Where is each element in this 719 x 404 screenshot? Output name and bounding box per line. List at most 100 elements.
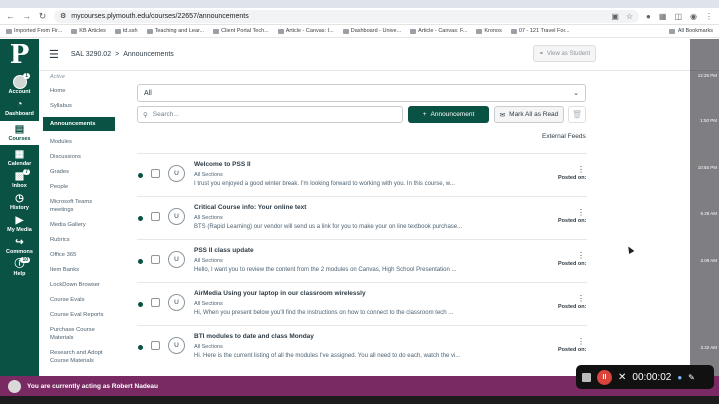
select-checkbox[interactable] <box>151 212 160 221</box>
posted-on-label: Posted on: <box>558 218 587 224</box>
announcement-filter-select[interactable]: All ⌄ <box>137 84 586 102</box>
course-nav-item-banks[interactable]: Item Banks <box>39 266 121 274</box>
select-checkbox[interactable] <box>151 298 160 307</box>
more-options-icon[interactable]: ⋮ <box>577 251 585 260</box>
course-nav-modules[interactable]: Modules <box>39 138 121 146</box>
nav-dashboard[interactable]: ◔ Dashboard <box>0 99 39 117</box>
course-nav-grades[interactable]: Grades <box>39 168 121 176</box>
select-checkbox[interactable] <box>151 169 160 178</box>
nav-account[interactable]: 1 Account <box>0 73 39 95</box>
course-nav-rubrics[interactable]: Rubrics <box>39 236 121 244</box>
folder-icon <box>510 28 517 34</box>
announcement-row[interactable]: U Welcome to PSS II All Sections I trust… <box>137 153 587 196</box>
announcement-row[interactable]: U PSS II class update All Sections Hello… <box>137 239 587 282</box>
more-options-icon[interactable]: ⋮ <box>577 294 585 303</box>
announcement-preview: I trust you enjoyed a good winter break.… <box>194 181 455 187</box>
bookmark-item[interactable]: Teaching and Lear... <box>146 28 204 34</box>
reload-icon[interactable]: ↻ <box>38 11 47 22</box>
more-options-icon[interactable]: ⋮ <box>577 165 585 174</box>
course-nav-home[interactable]: Home <box>39 87 121 95</box>
sidepanel-icon[interactable]: ◫ <box>674 12 682 21</box>
announcement-row[interactable]: U Critical Course info: Your online text… <box>137 196 587 239</box>
announcement-title[interactable]: AirMedia Using your laptop in our classr… <box>194 290 366 297</box>
author-avatar[interactable]: U <box>168 294 185 311</box>
select-checkbox[interactable] <box>151 341 160 350</box>
extension-icon[interactable]: ● <box>646 12 651 21</box>
course-nav-course-evals[interactable]: Course Evals <box>39 296 121 304</box>
course-nav-people[interactable]: People <box>39 183 121 191</box>
mark-all-read-button[interactable]: ✉ Mark All as Read <box>494 106 564 123</box>
extensions-puzzle-icon[interactable]: ▦ <box>659 12 667 21</box>
bookmark-item[interactable]: Client Portal Tech... <box>213 28 269 34</box>
course-nav-lockdown-browser[interactable]: LockDown Browser <box>39 281 121 289</box>
nav-inbox[interactable]: ▩ 7 Inbox <box>0 169 39 189</box>
author-avatar[interactable]: U <box>168 165 185 182</box>
bookmark-item[interactable]: 07 - 121 Travel For... <box>510 28 570 34</box>
bookmark-item[interactable]: Imported From Fir... <box>6 28 62 34</box>
course-nav-research-materials[interactable]: Research and Adopt Course Materials <box>39 349 121 365</box>
course-nav-teams[interactable]: Microsoft Teams meetings <box>39 198 121 214</box>
delete-button[interactable]: 🗑 <box>568 106 586 123</box>
breadcrumb: SAL 3290.02 > Announcements <box>71 51 174 58</box>
microphone-icon[interactable]: ● <box>677 373 682 382</box>
pause-icon[interactable]: II <box>597 369 612 385</box>
breadcrumb-current: Announcements <box>123 51 174 58</box>
announcement-title[interactable]: Welcome to PSS II <box>194 161 251 168</box>
nav-help[interactable]: ⓘ 10 Help <box>0 257 39 277</box>
tab-strip[interactable] <box>0 0 719 8</box>
more-options-icon[interactable]: ⋮ <box>577 208 585 217</box>
forward-icon[interactable]: → <box>22 11 31 21</box>
external-feeds-link[interactable]: External Feeds <box>542 133 586 140</box>
course-nav-office365[interactable]: Office 365 <box>39 251 121 259</box>
back-icon[interactable]: ← <box>6 11 15 21</box>
course-nav-syllabus[interactable]: Syllabus <box>39 102 121 110</box>
course-nav-media-gallery[interactable]: Media Gallery <box>39 221 121 229</box>
nav-courses[interactable]: ▤ Courses <box>0 121 39 145</box>
bookmark-item[interactable]: Article - Canvas: I... <box>277 28 334 34</box>
background-window-strip: 12:25 PM 1:50 PM 10:55 PM 9.28 AM 3.09 A… <box>690 39 719 376</box>
bookmark-item[interactable]: td.ssh <box>114 28 138 34</box>
breadcrumb-course-link[interactable]: SAL 3290.02 <box>71 51 111 58</box>
bookmark-star-icon[interactable]: ☆ <box>626 12 633 21</box>
bookmark-item[interactable]: Kronos <box>476 28 502 34</box>
hamburger-menu-icon[interactable]: ☰ <box>49 48 59 61</box>
address-row: ← → ↻ ⚙ mycourses.plymouth.edu/courses/2… <box>0 8 719 25</box>
bookmark-item[interactable]: Article - Canvas: F... <box>410 28 467 34</box>
select-checkbox[interactable] <box>151 255 160 264</box>
course-nav-purchase-materials[interactable]: Purchase Course Materials <box>39 326 121 342</box>
glasses-icon: ⚭ <box>538 51 544 57</box>
author-avatar[interactable]: U <box>168 208 185 225</box>
recording-timer: 00:00:02 <box>632 371 672 383</box>
nav-my-media[interactable]: ▶ My Media <box>0 215 39 233</box>
stop-icon[interactable] <box>582 372 591 382</box>
course-nav-announcements[interactable]: Announcements <box>43 117 115 131</box>
add-announcement-button[interactable]: + Announcement <box>408 106 489 123</box>
profile-icon[interactable]: ◉ <box>690 12 697 21</box>
course-nav-discussions[interactable]: Discussions <box>39 153 121 161</box>
address-bar[interactable]: ⚙ mycourses.plymouth.edu/courses/22657/a… <box>54 9 640 23</box>
bookmark-item[interactable]: KB Articles <box>71 28 106 34</box>
menu-icon[interactable]: ⋮ <box>705 12 713 21</box>
site-info-icon[interactable]: ⚙ <box>60 12 66 20</box>
announcement-title[interactable]: BTI modules to date and class Monday <box>194 333 314 340</box>
bookmark-item[interactable]: Dashboard - Unive... <box>342 28 401 34</box>
search-icon: ⚲ <box>143 111 148 119</box>
more-options-icon[interactable]: ⋮ <box>577 337 585 346</box>
announcement-row[interactable]: U BTI modules to date and class Monday A… <box>137 325 587 368</box>
author-avatar[interactable]: U <box>168 337 185 354</box>
all-bookmarks-button[interactable]: All Bookmarks <box>668 28 713 34</box>
course-nav-eval-reports[interactable]: Course Eval Reports <box>39 311 121 319</box>
author-avatar[interactable]: U <box>168 251 185 268</box>
close-icon[interactable]: ✕ <box>618 372 626 383</box>
nav-commons[interactable]: ↪ Commons <box>0 237 39 255</box>
plymouth-logo[interactable]: P <box>0 39 39 71</box>
nav-calendar[interactable]: ▦ Calendar <box>0 149 39 167</box>
pen-icon[interactable]: ✎ <box>688 373 695 382</box>
search-input[interactable]: ⚲ Search... <box>137 106 403 123</box>
announcement-row[interactable]: U AirMedia Using your laptop in our clas… <box>137 282 587 325</box>
cast-icon[interactable]: ▣ <box>611 12 619 21</box>
nav-history[interactable]: ◷ History <box>0 193 39 211</box>
view-as-student-button[interactable]: ⚭ View as Student <box>533 45 596 62</box>
announcement-title[interactable]: PSS II class update <box>194 247 254 254</box>
announcement-title[interactable]: Critical Course info: Your online text <box>194 204 306 211</box>
